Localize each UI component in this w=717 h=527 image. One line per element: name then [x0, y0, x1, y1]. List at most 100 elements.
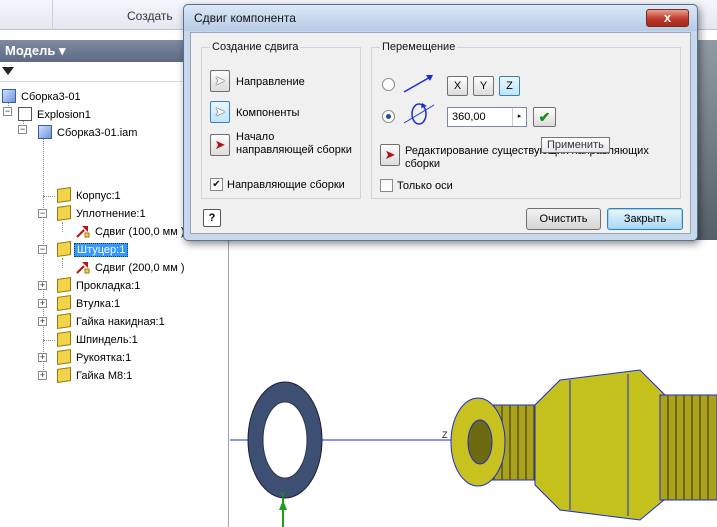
tree-node-root[interactable]: Сборка3-01: [2, 88, 83, 106]
components-button[interactable]: ➤: [210, 101, 230, 123]
dialog-title: Сдвиг компонента: [194, 11, 296, 25]
tree-node-part[interactable]: Уплотнение:1: [57, 205, 148, 223]
tree-label: Штуцер:1: [74, 243, 129, 257]
rotation-value: 360,00: [452, 111, 486, 123]
create-tweak-group: Создание сдвига ➤ Направление ➤ Компонен…: [201, 41, 361, 199]
spin-arrow-icon[interactable]: ▸: [512, 108, 526, 126]
expand-icon[interactable]: +: [38, 317, 47, 326]
cursor-arrow-icon: ➤: [214, 104, 226, 119]
ribbon-separator: [52, 0, 53, 30]
axis-y-arrow: [279, 500, 287, 510]
tree-node-explosion[interactable]: Explosion1: [18, 106, 93, 124]
tree-line: [62, 222, 63, 232]
part-icon: [57, 241, 71, 258]
expand-icon[interactable]: +: [38, 353, 47, 362]
tree-label: Рукоятка:1: [76, 352, 132, 364]
only-axes-checkbox[interactable]: [380, 179, 393, 192]
tree-node-part[interactable]: Шпиндель:1: [57, 331, 140, 349]
explosion-icon: [18, 107, 32, 122]
cursor-arrow-icon: ➤: [214, 73, 226, 88]
part-icon: [57, 349, 71, 366]
tree-node-assembly-file[interactable]: Сборка3-01.iam: [38, 124, 139, 142]
apply-tooltip: Применить: [541, 137, 610, 153]
tree-line: [43, 196, 55, 197]
tree-line: [62, 258, 63, 268]
tree-label: Гайка накидная:1: [76, 316, 165, 328]
filter-icon[interactable]: [2, 67, 14, 75]
components-label: Компоненты: [236, 107, 300, 119]
trails-checkbox-label: Направляющие сборки: [227, 179, 345, 191]
collapse-icon[interactable]: −: [3, 107, 12, 116]
tree-node-part[interactable]: Корпус:1: [57, 187, 123, 205]
tree-node-part[interactable]: Прокладка:1: [57, 277, 142, 295]
tree-node-part[interactable]: Гайка М8:1: [57, 367, 134, 385]
tree-node-part-selected[interactable]: Штуцер:1: [57, 241, 129, 259]
axis-z-button[interactable]: Z: [499, 76, 520, 96]
tree-line: [43, 132, 44, 378]
linear-move-icon: [403, 75, 433, 93]
expand-icon[interactable]: +: [38, 371, 47, 380]
expand-icon[interactable]: +: [38, 281, 47, 290]
group-title: Перемещение: [380, 41, 458, 53]
move-group: Перемещение X Y Z 360,00 ▸ ✔ ➤ Редактиро…: [371, 41, 681, 199]
tree-label: Сдвиг (100,0 мм ): [95, 226, 185, 238]
tree-label: Сборка3-01: [21, 91, 81, 103]
assembly-icon: [38, 125, 52, 140]
assembly-icon: [2, 89, 16, 104]
dialog-titlebar[interactable]: Сдвиг компонента: [184, 5, 697, 31]
trails-checkbox[interactable]: ✔: [210, 178, 223, 191]
ribbon-create-panel-label[interactable]: Создать: [127, 9, 173, 23]
rotate-icon: [403, 103, 435, 125]
collapse-icon[interactable]: −: [38, 209, 47, 218]
part-icon: [57, 367, 71, 384]
tweak-icon: [76, 226, 90, 238]
tree-label: Шпиндель:1: [76, 334, 138, 346]
chevron-down-icon[interactable]: ▾: [59, 43, 66, 58]
tree-node-tweak[interactable]: Сдвиг (200,0 мм ): [76, 259, 187, 277]
tree-label: Корпус:1: [76, 190, 121, 202]
svg-text:Y: Y: [280, 491, 286, 500]
tree-label: Сдвиг (200,0 мм ): [95, 262, 185, 274]
part-icon: [57, 205, 71, 222]
collapse-icon[interactable]: −: [18, 125, 27, 134]
tree-label: Гайка М8:1: [76, 370, 133, 382]
linear-move-radio[interactable]: [382, 78, 395, 91]
collapse-icon[interactable]: −: [38, 245, 47, 254]
tree-label: Втулка:1: [76, 298, 121, 310]
group-title: Создание сдвига: [210, 41, 301, 53]
tree-label: Explosion1: [37, 109, 91, 121]
rotation-value-field[interactable]: 360,00 ▸: [447, 107, 527, 127]
trail-start-button[interactable]: ➤: [210, 134, 230, 156]
tree-line: [43, 340, 55, 341]
axis-x-button[interactable]: X: [447, 76, 468, 96]
direction-label: Направление: [236, 76, 305, 88]
direction-button[interactable]: ➤: [210, 70, 230, 92]
help-icon[interactable]: ?: [203, 209, 221, 227]
triad-marker: Z: [442, 430, 448, 440]
edit-trails-button[interactable]: ➤: [380, 144, 400, 166]
part-icon: [57, 277, 71, 294]
close-button[interactable]: Закрыть: [607, 208, 683, 230]
part-icon: [57, 313, 71, 330]
tree-label: Сборка3-01.iam: [57, 127, 138, 139]
only-axes-label: Только оси: [397, 180, 453, 192]
fitting-bore: [467, 419, 493, 465]
part-icon: [57, 295, 71, 312]
tree-node-part[interactable]: Рукоятка:1: [57, 349, 133, 367]
washer-hole: [262, 401, 308, 479]
expand-icon[interactable]: +: [38, 299, 47, 308]
axis-y-button[interactable]: Y: [473, 76, 494, 96]
dialog-body: Создание сдвига ➤ Направление ➤ Компонен…: [190, 32, 691, 234]
cursor-arrow-red-icon: ➤: [214, 137, 226, 152]
tree-node-part[interactable]: Втулка:1: [57, 295, 122, 313]
close-icon[interactable]: x: [646, 9, 689, 27]
clear-button[interactable]: Очистить: [526, 208, 601, 230]
part-icon: [57, 331, 71, 348]
cursor-arrow-red-icon: ➤: [384, 147, 396, 162]
tree-node-part[interactable]: Гайка накидная:1: [57, 313, 167, 331]
tree-label: Прокладка:1: [76, 280, 141, 292]
apply-check-button[interactable]: ✔: [533, 107, 556, 127]
tree-node-tweak[interactable]: Сдвиг (100,0 мм ): [76, 223, 187, 241]
trail-start-label: Начало направляющей сборки: [236, 131, 352, 156]
rotate-radio[interactable]: [382, 110, 395, 123]
